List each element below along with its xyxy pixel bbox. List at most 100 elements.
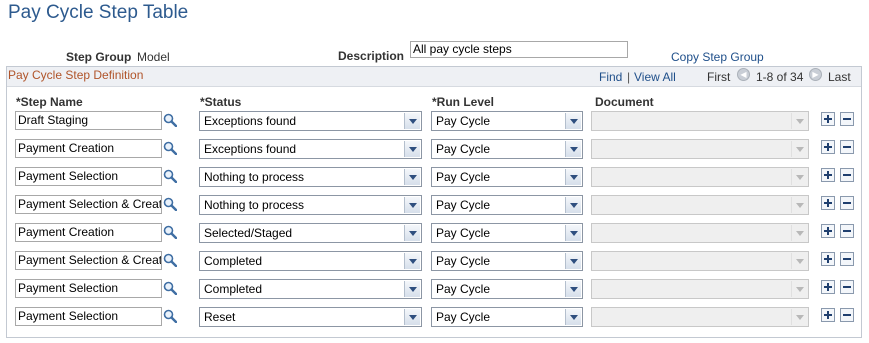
plus-icon[interactable] — [821, 196, 835, 210]
step-name-field[interactable]: Payment Creation — [15, 223, 162, 242]
chevron-down-icon — [791, 169, 807, 185]
plus-icon[interactable] — [821, 280, 835, 294]
chevron-down-icon[interactable] — [404, 309, 420, 325]
chevron-down-icon — [791, 113, 807, 129]
minus-icon[interactable] — [840, 280, 854, 294]
chevron-down-icon[interactable] — [565, 225, 581, 241]
description-label: Description — [338, 49, 405, 63]
run-level-select[interactable]: Pay Cycle — [431, 223, 583, 243]
chevron-down-icon[interactable] — [565, 253, 581, 269]
step-name-field[interactable]: Payment Selection & Creat — [15, 195, 162, 214]
magnifier-icon[interactable] — [163, 309, 178, 324]
minus-icon[interactable] — [840, 252, 854, 266]
status-value: Selected/Staged — [204, 226, 293, 240]
left-arrow-icon[interactable]: ◀ — [737, 68, 750, 81]
magnifier-icon[interactable] — [163, 225, 178, 240]
status-select[interactable]: Completed — [199, 279, 422, 299]
chevron-down-icon[interactable] — [565, 309, 581, 325]
run-level-select[interactable]: Pay Cycle — [431, 139, 583, 159]
run-level-select[interactable]: Pay Cycle — [431, 195, 583, 215]
document-select — [591, 251, 809, 271]
run-level-select[interactable]: Pay Cycle — [431, 251, 583, 271]
magnifier-icon[interactable] — [163, 197, 178, 212]
step-name-field[interactable]: Payment Creation — [15, 139, 162, 158]
chevron-down-icon[interactable] — [565, 113, 581, 129]
run-level-value: Pay Cycle — [436, 198, 491, 212]
first-label[interactable]: First — [707, 70, 730, 84]
copy-step-group-link[interactable]: Copy Step Group — [671, 50, 764, 64]
description-input[interactable]: All pay cycle steps — [410, 41, 628, 58]
document-select — [591, 139, 809, 159]
run-level-select[interactable]: Pay Cycle — [431, 111, 583, 131]
chevron-down-icon[interactable] — [404, 141, 420, 157]
chevron-down-icon — [791, 281, 807, 297]
document-select — [591, 111, 809, 131]
minus-icon[interactable] — [840, 140, 854, 154]
minus-icon[interactable] — [840, 308, 854, 322]
document-select — [591, 307, 809, 327]
minus-icon[interactable] — [840, 168, 854, 182]
status-value: Completed — [204, 254, 263, 268]
last-label[interactable]: Last — [828, 70, 851, 84]
magnifier-icon[interactable] — [163, 113, 178, 128]
magnifier-icon[interactable] — [163, 253, 178, 268]
col-header-status: *Status — [200, 95, 242, 109]
plus-icon[interactable] — [821, 308, 835, 322]
chevron-down-icon[interactable] — [404, 281, 420, 297]
plus-icon[interactable] — [821, 112, 835, 126]
status-select[interactable]: Exceptions found — [199, 139, 422, 159]
run-level-value: Pay Cycle — [436, 282, 491, 296]
minus-icon[interactable] — [840, 112, 854, 126]
status-select[interactable]: Nothing to process — [199, 195, 422, 215]
chevron-down-icon[interactable] — [565, 197, 581, 213]
find-link[interactable]: Find — [599, 70, 622, 84]
step-name-field[interactable]: Payment Selection — [15, 167, 162, 186]
plus-icon[interactable] — [821, 252, 835, 266]
run-level-select[interactable]: Pay Cycle — [431, 307, 583, 327]
step-name-field[interactable]: Payment Selection — [15, 279, 162, 298]
step-group-label: Step Group — [66, 50, 132, 64]
chevron-down-icon[interactable] — [565, 141, 581, 157]
col-header-document: Document — [595, 95, 654, 109]
chevron-down-icon[interactable] — [404, 169, 420, 185]
chevron-down-icon[interactable] — [404, 197, 420, 213]
run-level-value: Pay Cycle — [436, 170, 491, 184]
chevron-down-icon[interactable] — [404, 113, 420, 129]
step-group-value: Model — [137, 50, 170, 64]
status-value: Reset — [204, 310, 236, 324]
status-select[interactable]: Reset — [199, 307, 422, 327]
magnifier-icon[interactable] — [163, 141, 178, 156]
run-level-value: Pay Cycle — [436, 310, 491, 324]
right-arrow-icon[interactable]: ▶ — [809, 68, 822, 81]
run-level-select[interactable]: Pay Cycle — [431, 167, 583, 187]
magnifier-icon[interactable] — [163, 281, 178, 296]
col-header-step-name: *Step Name — [16, 95, 83, 109]
status-select[interactable]: Completed — [199, 251, 422, 271]
document-select — [591, 195, 809, 215]
status-select[interactable]: Nothing to process — [199, 167, 422, 187]
chevron-down-icon[interactable] — [565, 169, 581, 185]
minus-icon[interactable] — [840, 224, 854, 238]
status-value: Nothing to process — [204, 198, 305, 212]
view-all-link[interactable]: View All — [634, 70, 676, 84]
run-level-value: Pay Cycle — [436, 226, 491, 240]
status-select[interactable]: Exceptions found — [199, 111, 422, 131]
chevron-down-icon[interactable] — [404, 253, 420, 269]
col-header-run-level: *Run Level — [432, 95, 495, 109]
chevron-down-icon[interactable] — [565, 281, 581, 297]
chevron-down-icon — [791, 197, 807, 213]
grid-title: Pay Cycle Step Definition — [8, 68, 144, 82]
plus-icon[interactable] — [821, 168, 835, 182]
status-value: Exceptions found — [204, 114, 297, 128]
step-name-field[interactable]: Draft Staging — [15, 111, 162, 130]
plus-icon[interactable] — [821, 224, 835, 238]
step-name-field[interactable]: Payment Selection & Creat — [15, 251, 162, 270]
step-name-field[interactable]: Payment Selection — [15, 307, 162, 326]
magnifier-icon[interactable] — [163, 169, 178, 184]
plus-icon[interactable] — [821, 140, 835, 154]
chevron-down-icon — [791, 225, 807, 241]
minus-icon[interactable] — [840, 196, 854, 210]
chevron-down-icon[interactable] — [404, 225, 420, 241]
run-level-select[interactable]: Pay Cycle — [431, 279, 583, 299]
status-select[interactable]: Selected/Staged — [199, 223, 422, 243]
